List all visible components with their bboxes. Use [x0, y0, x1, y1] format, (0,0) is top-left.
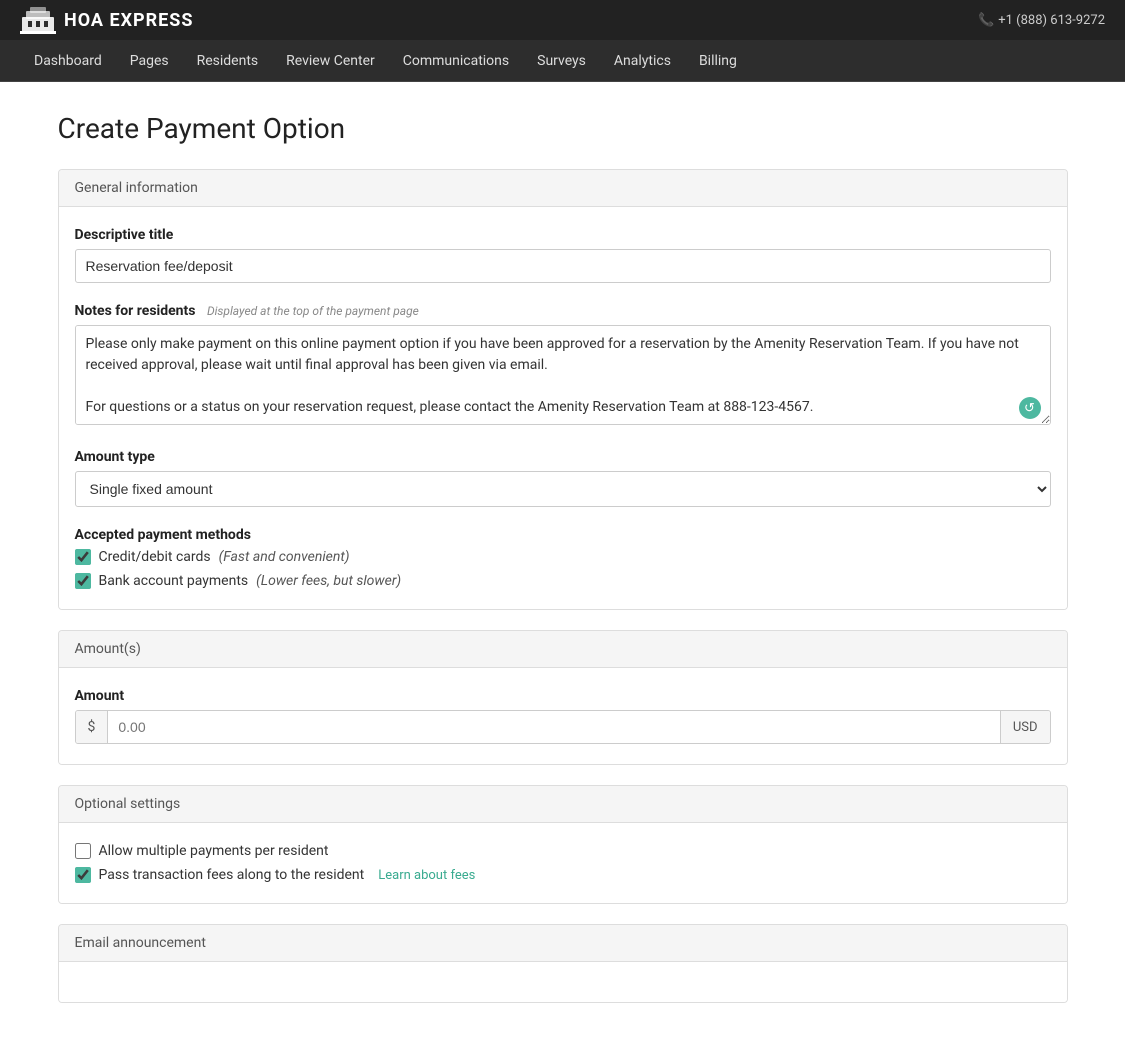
bank-account-note: (Lower fees, but slower): [256, 573, 401, 589]
nav-surveys[interactable]: Surveys: [523, 40, 600, 82]
allow-multiple-checkbox[interactable]: [75, 843, 91, 859]
payment-methods-group: Accepted payment methods Credit/debit ca…: [75, 527, 1051, 589]
pass-fees-checkbox[interactable]: [75, 867, 91, 883]
pass-fees-row: Pass transaction fees along to the resid…: [75, 867, 1051, 883]
page-title: Create Payment Option: [58, 112, 1068, 145]
bank-account-label: Bank account payments: [99, 573, 249, 589]
notes-textarea[interactable]: Please only make payment on this online …: [75, 325, 1051, 425]
nav-billing[interactable]: Billing: [685, 40, 751, 82]
amount-type-label: Amount type: [75, 449, 1051, 465]
notes-label: Notes for residents Displayed at the top…: [75, 303, 1051, 319]
refresh-icon[interactable]: ↺: [1019, 397, 1041, 419]
nav-review-center[interactable]: Review Center: [272, 40, 389, 82]
general-info-body: Descriptive title Notes for residents Di…: [59, 207, 1067, 609]
notes-textarea-wrap: Please only make payment on this online …: [75, 325, 1051, 429]
logo-text: HOA EXPRESS: [64, 10, 193, 31]
email-announcement-section: Email announcement: [58, 924, 1068, 1003]
general-info-header: General information: [59, 170, 1067, 207]
amount-type-group: Amount type Single fixed amount Variable…: [75, 449, 1051, 507]
nav-analytics[interactable]: Analytics: [600, 40, 685, 82]
bank-account-row: Bank account payments (Lower fees, but s…: [75, 573, 1051, 589]
amount-type-select[interactable]: Single fixed amount Variable amount Mult…: [75, 471, 1051, 507]
amount-group: Amount $ USD: [75, 688, 1051, 744]
nav-dashboard[interactable]: Dashboard: [20, 40, 116, 82]
nav-residents[interactable]: Residents: [183, 40, 273, 82]
descriptive-title-input[interactable]: [75, 249, 1051, 283]
general-info-section: General information Descriptive title No…: [58, 169, 1068, 610]
pass-fees-label: Pass transaction fees along to the resid…: [99, 867, 365, 883]
allow-multiple-label: Allow multiple payments per resident: [99, 843, 329, 859]
learn-about-fees-link[interactable]: Learn about fees: [378, 868, 475, 883]
optional-settings-section: Optional settings Allow multiple payment…: [58, 785, 1068, 904]
amounts-section: Amount(s) Amount $ USD: [58, 630, 1068, 765]
email-announcement-label: Email announcement: [75, 935, 206, 951]
general-info-label: General information: [75, 180, 198, 196]
optional-settings-body: Allow multiple payments per resident Pas…: [59, 823, 1067, 903]
amount-prefix: $: [76, 711, 109, 743]
amounts-body: Amount $ USD: [59, 668, 1067, 764]
amount-input[interactable]: [108, 711, 999, 743]
descriptive-title-label: Descriptive title: [75, 227, 1051, 243]
credit-card-row: Credit/debit cards (Fast and convenient): [75, 549, 1051, 565]
payment-methods-label: Accepted payment methods: [75, 527, 1051, 543]
phone-icon: 📞: [978, 13, 994, 28]
logo-building-icon: [20, 5, 56, 35]
credit-card-note: (Fast and convenient): [219, 549, 350, 565]
amounts-header: Amount(s): [59, 631, 1067, 668]
credit-card-checkbox[interactable]: [75, 549, 91, 565]
credit-card-label: Credit/debit cards: [99, 549, 211, 565]
notes-group: Notes for residents Displayed at the top…: [75, 303, 1051, 429]
main-nav: Dashboard Pages Residents Review Center …: [0, 40, 1125, 82]
nav-communications[interactable]: Communications: [389, 40, 523, 82]
notes-sublabel: Displayed at the top of the payment page: [207, 304, 419, 318]
main-content: Create Payment Option General informatio…: [38, 82, 1088, 1053]
allow-multiple-row: Allow multiple payments per resident: [75, 843, 1051, 859]
amounts-label: Amount(s): [75, 641, 141, 657]
descriptive-title-group: Descriptive title: [75, 227, 1051, 283]
top-bar: HOA EXPRESS 📞 +1 (888) 613-9272: [0, 0, 1125, 40]
phone-number: +1 (888) 613-9272: [998, 13, 1105, 28]
phone-display: 📞 +1 (888) 613-9272: [978, 13, 1105, 28]
email-announcement-body: [59, 962, 1067, 1002]
optional-settings-header: Optional settings: [59, 786, 1067, 823]
amount-label: Amount: [75, 688, 1051, 704]
bank-account-checkbox[interactable]: [75, 573, 91, 589]
amount-input-wrap: $ USD: [75, 710, 1051, 744]
optional-settings-label: Optional settings: [75, 796, 181, 812]
amount-suffix: USD: [1000, 711, 1050, 743]
email-announcement-header: Email announcement: [59, 925, 1067, 962]
nav-pages[interactable]: Pages: [116, 40, 183, 82]
logo: HOA EXPRESS: [20, 5, 193, 35]
